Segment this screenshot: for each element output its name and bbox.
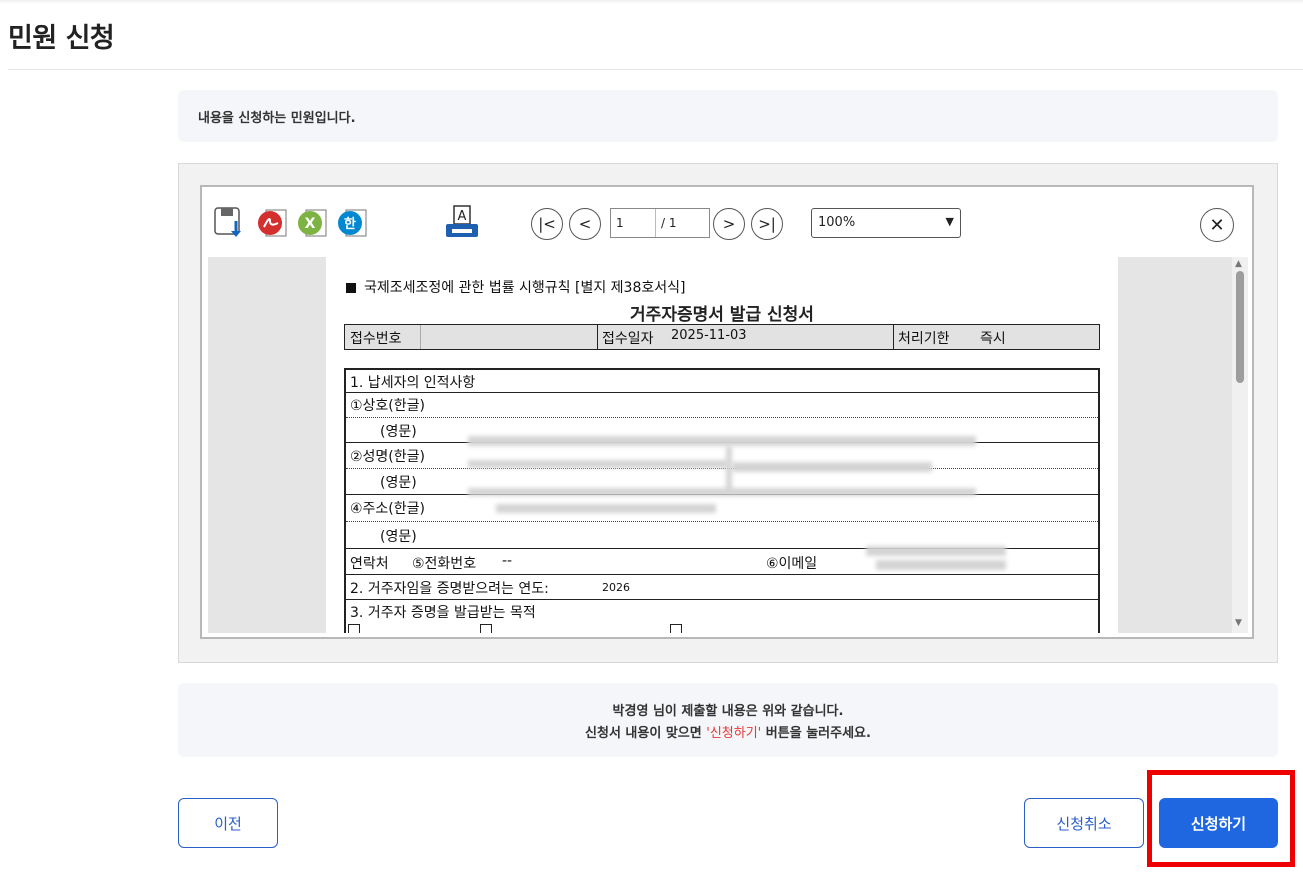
redaction xyxy=(866,546,1006,556)
close-viewer-button[interactable]: ✕ xyxy=(1200,208,1234,242)
scroll-up-icon[interactable]: ▲ xyxy=(1235,259,1242,269)
row-line xyxy=(346,392,1098,393)
receipt-header-row: 접수번호 접수일자 2025-11-03 처리기한 즉시 xyxy=(344,324,1100,350)
zoom-select[interactable]: 100% ▼ xyxy=(811,208,961,238)
redaction xyxy=(732,462,932,472)
viewer-frame: X 한 A |< < 1 / 1 > >| 100% ▼ ✕ 국제조세조정에 관… xyxy=(200,185,1254,639)
row-line xyxy=(346,599,1098,600)
row-line xyxy=(346,417,1098,418)
vertical-scrollbar[interactable]: ▲ ▼ xyxy=(1232,257,1248,633)
name-en-label: (영문) xyxy=(380,475,417,491)
zoom-value: 100% xyxy=(818,215,856,230)
deadline-value: 즉시 xyxy=(980,331,1006,347)
section2-title: 2. 거주자임을 증명받으려는 연도: xyxy=(350,581,549,597)
scroll-down-icon[interactable]: ▼ xyxy=(1235,618,1242,628)
document-area: 국제조세조정에 관한 법률 시행규칙 [별지 제38호서식] 거주자증명서 발급… xyxy=(208,257,1232,633)
confirm-line-2: 신청서 내용이 맞으면 '신청하기' 버튼을 눌러주세요. xyxy=(178,722,1278,741)
title-divider xyxy=(8,69,1303,70)
svg-text:A: A xyxy=(458,209,467,224)
document-page: 국제조세조정에 관한 법률 시행규칙 [별지 제38호서식] 거주자증명서 발급… xyxy=(326,257,1118,633)
top-shadow xyxy=(0,0,1303,4)
divider xyxy=(893,325,894,349)
print-icon[interactable]: A xyxy=(442,205,478,239)
redaction xyxy=(496,504,716,513)
email-label: ⑥이메일 xyxy=(766,556,818,572)
phone-label: ⑤전화번호 xyxy=(412,556,477,572)
divider xyxy=(420,325,421,349)
viewer-toolbar: X 한 A |< < 1 / 1 > >| 100% ▼ ✕ xyxy=(208,191,1248,251)
prev-page-button[interactable]: < xyxy=(569,208,601,240)
annotation-highlight-box xyxy=(1147,770,1295,867)
scrollbar-thumb[interactable] xyxy=(1236,271,1244,383)
receipt-date: 2025-11-03 xyxy=(671,328,747,343)
first-page-button[interactable]: |< xyxy=(531,208,563,240)
law-reference: 국제조세조정에 관한 법률 시행규칙 [별지 제38호서식] xyxy=(364,280,686,296)
next-page-button[interactable]: > xyxy=(713,208,745,240)
excel-icon[interactable]: X xyxy=(296,205,330,239)
bullet-square-icon xyxy=(346,283,356,293)
purpose-checkbox xyxy=(480,624,492,633)
document-title: 거주자증명서 발급 신청서 xyxy=(630,305,814,325)
purpose-checkbox-checked xyxy=(670,624,682,633)
company-en-label: (영문) xyxy=(380,424,417,440)
purpose-checkbox xyxy=(348,624,360,633)
svg-text:한: 한 xyxy=(344,216,356,232)
confirm-text-post: 버튼을 눌러주세요. xyxy=(765,726,871,741)
page-separator xyxy=(655,209,656,237)
redaction xyxy=(876,560,1006,570)
receipt-no-label: 접수번호 xyxy=(350,331,402,347)
address-kr-label: ④주소(한글) xyxy=(350,501,425,517)
last-page-button[interactable]: >| xyxy=(751,208,783,240)
contact-label: 연락처 xyxy=(350,556,389,572)
deadline-label: 처리기한 xyxy=(898,331,950,347)
confirm-line-1: 박경영 님이 제출할 내용은 위와 같습니다. xyxy=(612,704,844,719)
divider xyxy=(597,325,598,349)
chevron-down-icon: ▼ xyxy=(945,215,954,228)
redaction xyxy=(468,460,728,468)
pdf-icon[interactable] xyxy=(256,205,290,239)
receipt-date-label: 접수일자 xyxy=(602,331,654,347)
address-en-label: (영문) xyxy=(380,529,417,545)
info-box: 내용을 신청하는 민원입니다. xyxy=(178,90,1278,142)
prev-button[interactable]: 이전 xyxy=(178,798,278,848)
taxpayer-form: 1. 납세자의 인적사항 ①상호(한글) (영문) ②성명(한글) (영문) ④… xyxy=(344,368,1100,633)
company-kr-label: ①상호(한글) xyxy=(350,398,425,414)
hwp-icon[interactable]: 한 xyxy=(336,205,370,239)
cancel-application-button[interactable]: 신청취소 xyxy=(1024,798,1144,848)
total-pages: / 1 xyxy=(661,216,677,230)
redaction xyxy=(468,436,976,446)
save-icon[interactable] xyxy=(212,205,246,239)
redaction xyxy=(468,488,976,496)
document-viewer: X 한 A |< < 1 / 1 > >| 100% ▼ ✕ 국제조세조정에 관… xyxy=(178,163,1278,663)
current-page: 1 xyxy=(616,216,624,230)
section1-title: 1. 납세자의 인적사항 xyxy=(350,375,476,391)
page-title: 민원 신청 xyxy=(8,23,115,54)
row-line xyxy=(346,468,1098,469)
page-number-input[interactable]: 1 / 1 xyxy=(610,208,710,238)
section2-year: 2026 xyxy=(602,581,630,594)
confirm-text-pre: 신청서 내용이 맞으면 xyxy=(585,726,702,741)
section3-title: 3. 거주자 증명을 발급받는 목적 xyxy=(350,605,536,621)
name-kr-label: ②성명(한글) xyxy=(350,449,425,465)
row-line xyxy=(346,521,1098,522)
row-line xyxy=(346,574,1098,575)
svg-text:X: X xyxy=(305,216,316,232)
phone-value: -- xyxy=(502,553,513,569)
confirm-highlight: '신청하기' xyxy=(706,726,762,741)
confirm-box: 박경영 님이 제출할 내용은 위와 같습니다. 신청서 내용이 맞으면 '신청하… xyxy=(178,683,1278,757)
info-text: 내용을 신청하는 민원입니다. xyxy=(198,111,356,126)
